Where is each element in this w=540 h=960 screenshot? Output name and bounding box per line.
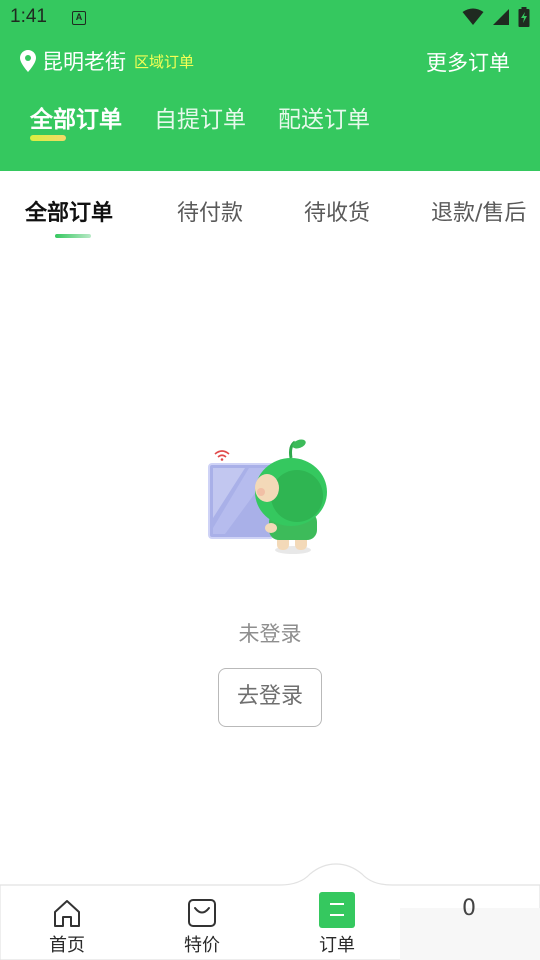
- order-status-tabs: 全部订单 待付款 待收货 退款/售后: [0, 171, 540, 246]
- battery-charging-icon: [518, 7, 530, 27]
- tab-pickup-orders[interactable]: 自提订单: [154, 100, 246, 134]
- location-pin-icon: [20, 50, 36, 72]
- tab-all-orders[interactable]: 全部订单: [30, 100, 122, 134]
- signal-icon: [493, 9, 509, 25]
- orders-screen: 1:41 A 昆明老街 区域订单 更多订单 全部订单 自提订单 配送订单 全部订…: [0, 0, 540, 960]
- active-tab-indicator: [30, 135, 66, 141]
- tab-delivery-orders[interactable]: 配送订单: [278, 100, 370, 134]
- status-icons: [462, 7, 530, 27]
- more-orders-link[interactable]: 更多订单: [426, 47, 510, 77]
- wifi-icon: [462, 8, 484, 25]
- home-icon: [54, 900, 80, 927]
- subtab-all-orders[interactable]: 全部订单: [25, 195, 113, 227]
- status-time: 1:41: [10, 6, 47, 27]
- nav-special-offers-label: 特价: [184, 935, 220, 956]
- bottom-nav: 首页 特价 订单 0: [0, 862, 540, 960]
- subtab-indicator: [55, 234, 91, 238]
- order-type-tabs: 全部订单 自提订单 配送订单: [30, 100, 370, 134]
- nav-home[interactable]: 首页: [32, 898, 102, 957]
- go-login-button[interactable]: 去登录: [218, 668, 322, 727]
- shopping-bag-icon: [188, 899, 216, 927]
- not-logged-in-illustration: [208, 439, 327, 554]
- nav-home-label: 首页: [49, 935, 85, 956]
- nav-orders[interactable]: 订单: [302, 892, 372, 957]
- not-logged-in-message: 未登录: [238, 622, 302, 646]
- nav-badge-text: 0: [462, 896, 476, 921]
- status-bar: 1:41 A: [0, 0, 540, 36]
- subtab-pending-payment[interactable]: 待付款: [177, 195, 243, 227]
- order-list-icon: [319, 892, 355, 928]
- nav-special-offers[interactable]: 特价: [167, 898, 237, 957]
- city-name: 昆明老街: [42, 50, 126, 74]
- green-header: 1:41 A 昆明老街 区域订单 更多订单 全部订单 自提订单 配送订单: [0, 0, 540, 171]
- region-orders-label: 区域订单: [134, 52, 195, 71]
- subtab-refund-aftersale[interactable]: 退款/售后: [431, 195, 526, 227]
- location-selector[interactable]: 昆明老街 区域订单: [20, 46, 194, 76]
- subtab-pending-receipt[interactable]: 待收货: [304, 195, 370, 227]
- nav-orders-label: 订单: [319, 935, 355, 956]
- notification-icon: A: [72, 11, 86, 25]
